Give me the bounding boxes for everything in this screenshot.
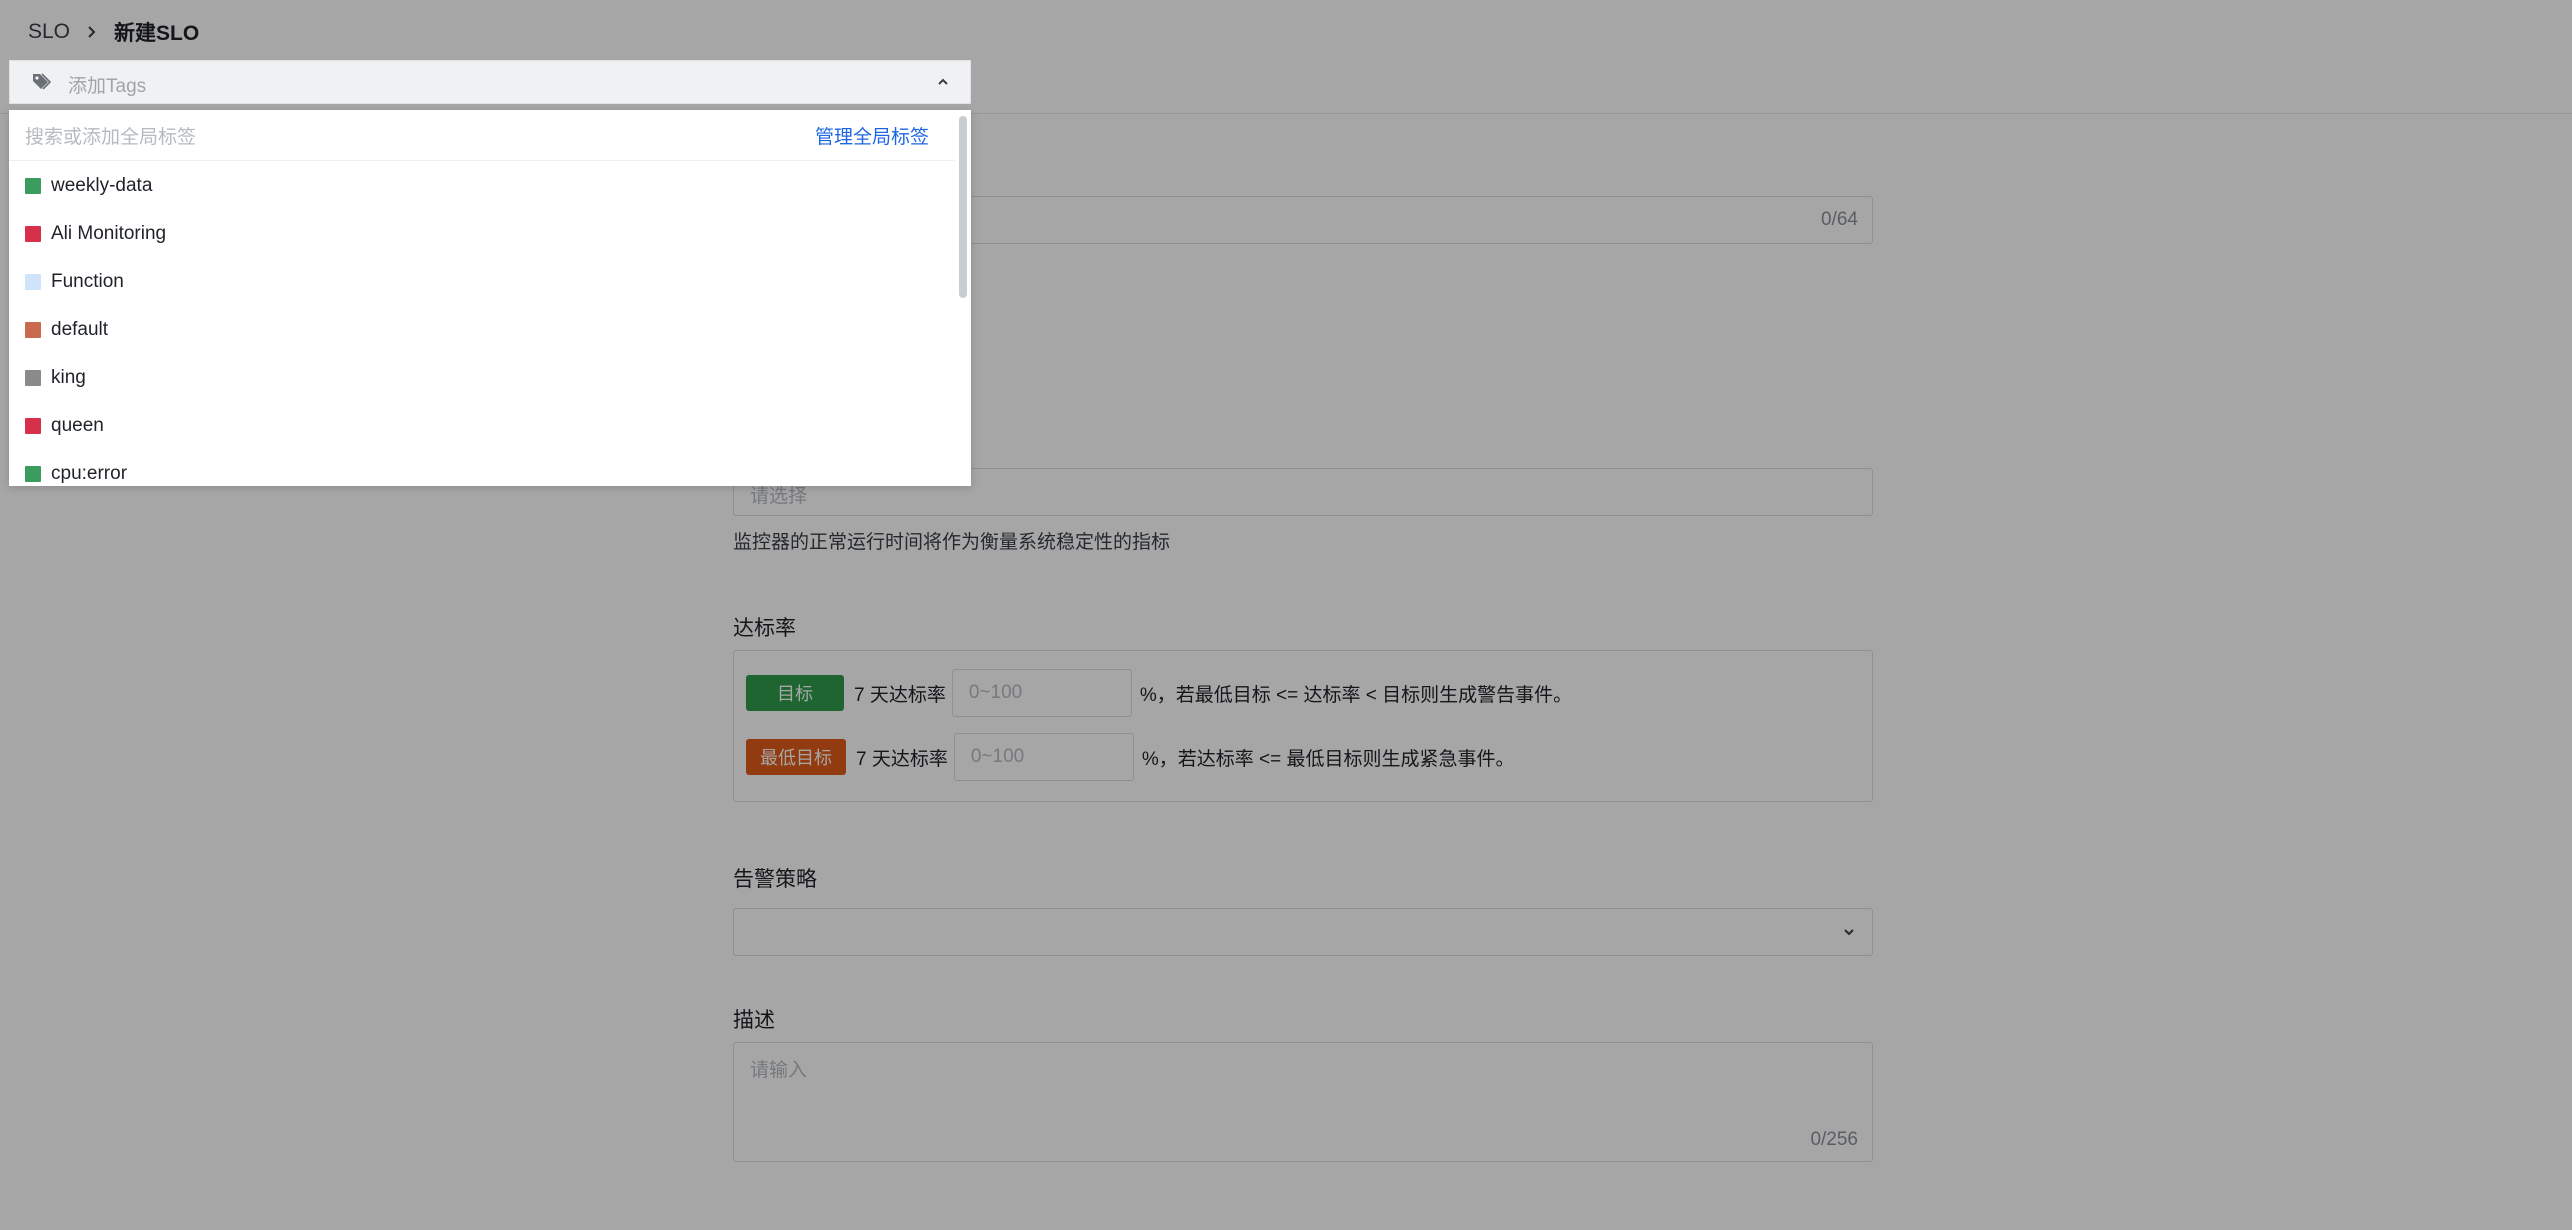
- tag-search-placeholder: 搜索或添加全局标签: [25, 127, 197, 148]
- tag-option-label: weekly-data: [51, 175, 153, 196]
- chevron-up-icon[interactable]: [936, 75, 950, 94]
- tag-option[interactable]: cpu:error: [9, 450, 955, 486]
- tag-color-swatch: [25, 274, 41, 290]
- tag-option-label: Ali Monitoring: [51, 223, 167, 244]
- tag-option-label: king: [51, 367, 86, 388]
- tag-color-swatch: [25, 322, 41, 338]
- tag-color-swatch: [25, 226, 41, 242]
- tag-option[interactable]: king: [9, 354, 955, 402]
- tag-option-label: cpu:error: [51, 463, 128, 484]
- tag-option[interactable]: queen: [9, 402, 955, 450]
- tag-option[interactable]: default: [9, 306, 955, 354]
- manage-global-tags-link[interactable]: 管理全局标签: [815, 122, 929, 149]
- tag-icon: [32, 73, 52, 96]
- tag-options-list: weekly-data Ali Monitoring Function default…: [9, 162, 955, 486]
- tag-option-label: default: [51, 319, 109, 340]
- tag-color-swatch: [25, 466, 41, 482]
- tag-color-swatch: [25, 178, 41, 194]
- tag-option-label: queen: [51, 415, 104, 436]
- tags-dropdown-panel: 搜索或添加全局标签 管理全局标签 weekly-data Ali Monitori…: [9, 110, 971, 486]
- tag-color-swatch: [25, 370, 41, 386]
- tags-select-placeholder: 添加Tags: [68, 76, 147, 97]
- tags-select[interactable]: 添加Tags: [9, 60, 971, 104]
- tag-option[interactable]: Ali Monitoring: [9, 210, 955, 258]
- tag-option[interactable]: weekly-data: [9, 162, 955, 210]
- tag-color-swatch: [25, 418, 41, 434]
- tag-search-input[interactable]: 搜索或添加全局标签 管理全局标签: [9, 110, 955, 161]
- tag-option[interactable]: Function: [9, 258, 955, 306]
- dropdown-scrollbar[interactable]: [959, 116, 967, 298]
- tag-option-label: Function: [51, 271, 124, 292]
